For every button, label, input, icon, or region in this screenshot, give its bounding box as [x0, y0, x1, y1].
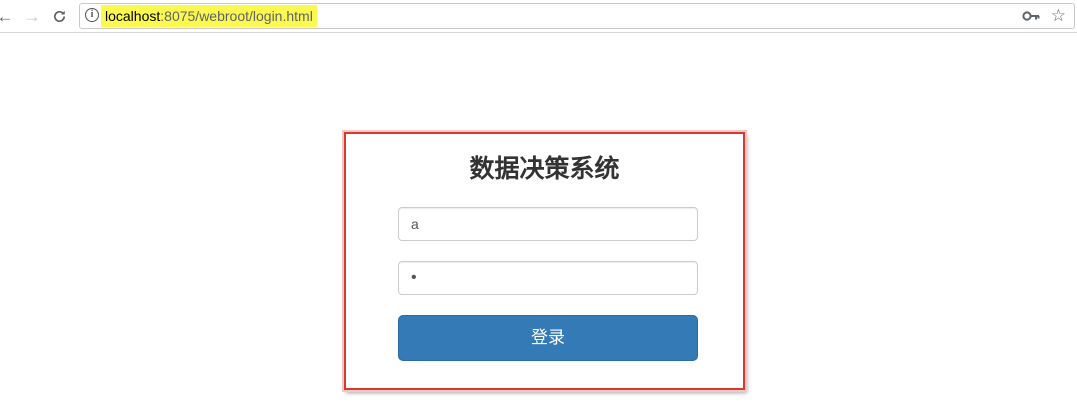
- browser-toolbar: ← → i localhost:8075/webroot/login.html …: [0, 0, 1077, 33]
- password-input[interactable]: [398, 261, 698, 295]
- reload-icon[interactable]: [48, 5, 70, 27]
- url-text[interactable]: localhost:8075/webroot/login.html: [101, 5, 317, 27]
- url-host: localhost: [105, 8, 161, 24]
- key-icon[interactable]: [1022, 9, 1040, 23]
- info-icon[interactable]: i: [85, 8, 99, 22]
- username-input[interactable]: [398, 207, 698, 241]
- login-title: 数据决策系统: [469, 154, 620, 183]
- back-arrow-icon[interactable]: ←: [0, 5, 16, 27]
- login-panel: 数据决策系统 登录: [344, 132, 745, 390]
- url-path: :8075/webroot/login.html: [160, 8, 313, 24]
- login-button[interactable]: 登录: [398, 315, 698, 361]
- star-icon[interactable]: ☆: [1051, 5, 1066, 27]
- forward-arrow-icon[interactable]: →: [21, 5, 43, 27]
- address-bar[interactable]: i localhost:8075/webroot/login.html ☆: [79, 3, 1075, 29]
